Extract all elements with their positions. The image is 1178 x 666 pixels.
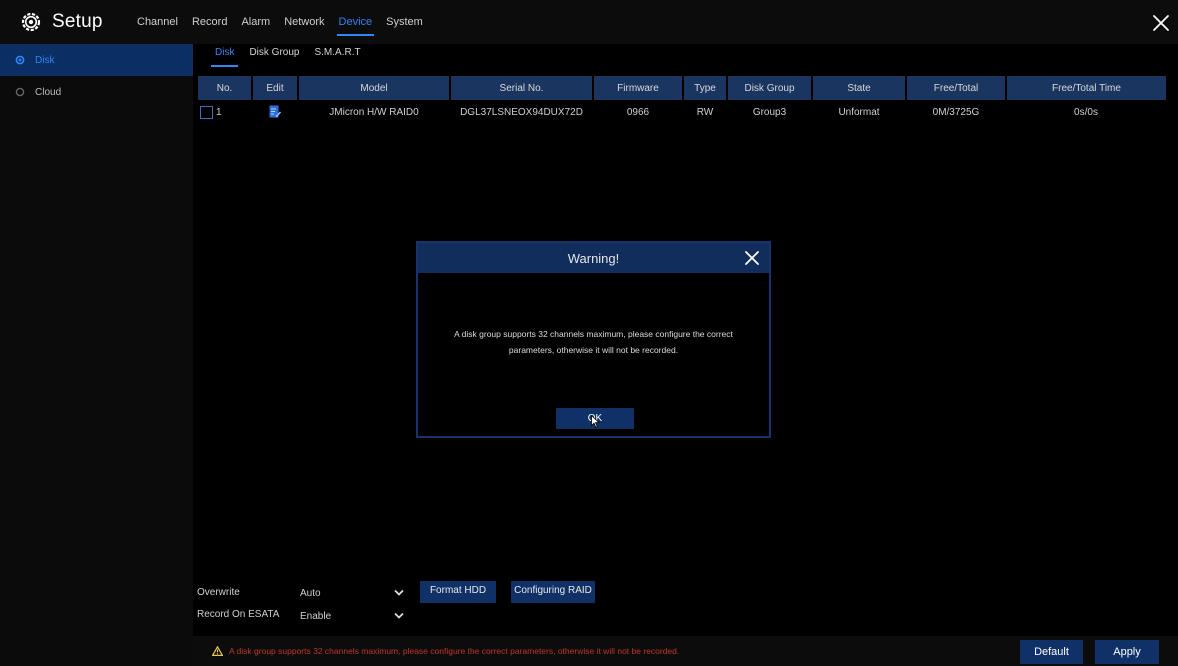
type-cell: RW [696, 106, 714, 118]
record-on-esata-label: Record On ESATA [197, 609, 280, 620]
column-header: State [812, 76, 907, 100]
dialog-title: Warning! [567, 251, 620, 266]
row-checkbox[interactable] [200, 105, 213, 119]
tab-device[interactable]: Device [336, 16, 374, 36]
sub-tabs: Disk Disk Group S.M.A.R.T [210, 47, 376, 67]
dialog-message: A disk group supports 32 channels maximu… [426, 326, 761, 358]
overwrite-select[interactable]: Auto [300, 585, 404, 601]
table-header: No. Edit Model Serial No. Firmware Type … [198, 76, 1166, 100]
column-header: Free/Total [906, 76, 1007, 100]
tab-system[interactable]: System [386, 16, 423, 28]
edit-icon[interactable] [269, 105, 281, 119]
tab-disk-group[interactable]: Disk Group [249, 47, 299, 58]
free-total-cell: 0M/3725G [932, 106, 980, 118]
brand: Setup [20, 8, 103, 36]
chevron-down-icon [394, 612, 404, 620]
warning-dialog: Warning! A disk group supports 32 channe… [416, 241, 771, 438]
tab-channel[interactable]: Channel [137, 16, 178, 28]
free-total-time-cell: 0s/0s [1074, 106, 1098, 118]
status-warning: A disk group supports 32 channels maximu… [211, 645, 680, 656]
esata-select[interactable]: Enable [300, 608, 404, 624]
chevron-down-icon [394, 589, 404, 597]
serial-cell: DGL37LSNEOX94DUX72D [460, 106, 583, 118]
status-bar: A disk group supports 32 channels maximu… [193, 636, 1178, 666]
column-header: Edit [252, 76, 299, 100]
tab-record[interactable]: Record [192, 16, 227, 28]
column-header: Model [298, 76, 451, 100]
disk-table: No. Edit Model Serial No. Firmware Type … [198, 76, 1166, 124]
tab-network[interactable]: Network [284, 16, 324, 28]
column-header: Free/Total Time [1006, 76, 1166, 100]
firmware-cell: 0966 [626, 106, 650, 118]
status-warning-text: A disk group supports 32 channels maximu… [229, 646, 680, 656]
bullet-icon [14, 86, 26, 98]
table-row[interactable]: 1 JMicron H/W RAID0 DGL37LSNEOX94DUX72D … [198, 100, 1166, 124]
model-cell: JMicron H/W RAID0 [329, 106, 419, 118]
format-hdd-button[interactable]: Format HDD [420, 581, 496, 603]
warning-icon [211, 645, 224, 656]
sidebar-item-cloud[interactable]: Cloud [0, 76, 193, 108]
gear-icon [20, 11, 42, 33]
row-number: 1 [216, 106, 222, 118]
sidebar-item-label: Cloud [35, 86, 62, 98]
edit-cell [252, 100, 298, 124]
tab-disk[interactable]: Disk [210, 47, 240, 67]
close-icon[interactable] [743, 249, 761, 267]
overwrite-value: Auto [300, 587, 321, 599]
dialog-header: Warning! [418, 243, 769, 273]
sidebar: Disk Cloud [0, 44, 193, 666]
column-header: No. [198, 76, 253, 100]
bullet-icon [14, 54, 26, 66]
overwrite-label: Overwrite [197, 587, 240, 598]
row-number-cell: 1 [198, 100, 252, 124]
column-header: Disk Group [727, 76, 813, 100]
mouse-cursor-icon [591, 414, 601, 428]
state-cell: Unformat [838, 106, 880, 118]
column-header: Type [683, 76, 728, 100]
default-button[interactable]: Default [1020, 640, 1083, 664]
close-icon[interactable] [1150, 12, 1172, 34]
tab-alarm[interactable]: Alarm [241, 16, 270, 28]
tab-smart[interactable]: S.M.A.R.T [314, 47, 360, 58]
apply-button[interactable]: Apply [1095, 640, 1159, 664]
main-nav: Channel Record Alarm Network Device Syst… [137, 16, 437, 36]
dialog-message-line: A disk group supports 32 channels maximu… [454, 329, 733, 339]
disk-group-cell: Group3 [752, 106, 787, 118]
configuring-raid-button[interactable]: Configuring RAID [511, 581, 595, 603]
sidebar-item-disk[interactable]: Disk [0, 44, 193, 76]
column-header: Serial No. [450, 76, 594, 100]
sidebar-item-label: Disk [35, 54, 55, 66]
esata-value: Enable [300, 610, 332, 622]
page-title: Setup [52, 11, 103, 32]
dialog-message-line: parameters, otherwise it will not be rec… [508, 345, 679, 355]
column-header: Firmware [593, 76, 684, 100]
top-bar: Setup Channel Record Alarm Network Devic… [0, 0, 1178, 44]
